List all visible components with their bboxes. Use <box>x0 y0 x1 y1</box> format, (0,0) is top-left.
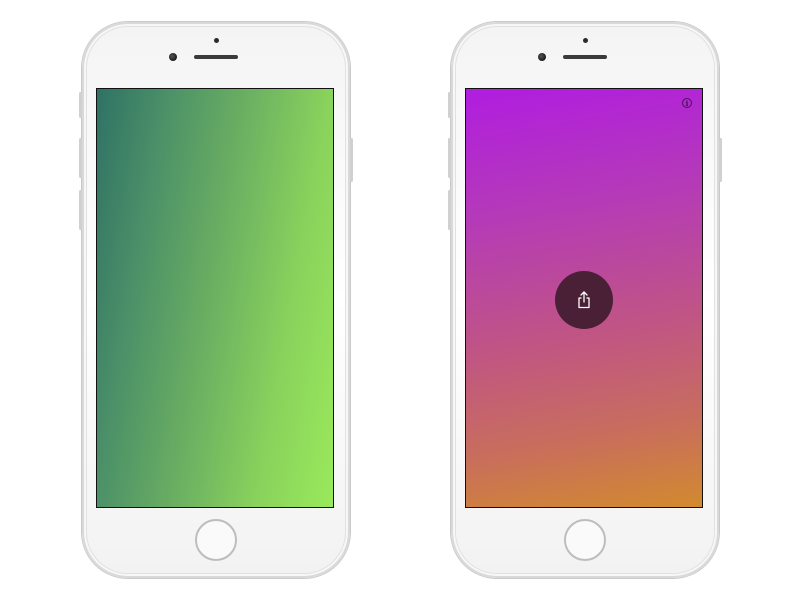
volume-up-button <box>448 138 451 178</box>
front-camera-icon <box>538 53 546 61</box>
mute-switch <box>448 92 451 118</box>
mute-switch <box>79 92 82 118</box>
share-icon <box>578 291 590 309</box>
volume-up-button <box>79 138 82 178</box>
power-button <box>350 138 353 182</box>
screen-gradient-green <box>96 88 334 508</box>
proximity-sensor <box>214 38 219 43</box>
home-button[interactable] <box>564 519 606 561</box>
phone-left <box>79 22 353 578</box>
phone-right: i <box>448 22 722 578</box>
earpiece-speaker <box>563 55 607 59</box>
volume-down-button <box>79 190 82 230</box>
screen-gradient-purple-orange: i <box>465 88 703 508</box>
mockup-stage: i <box>0 0 800 600</box>
power-button <box>719 138 722 182</box>
volume-down-button <box>448 190 451 230</box>
home-button[interactable] <box>195 519 237 561</box>
earpiece-speaker <box>194 55 238 59</box>
info-icon[interactable]: i <box>682 98 692 108</box>
front-camera-icon <box>169 53 177 61</box>
proximity-sensor <box>583 38 588 43</box>
share-button[interactable] <box>555 271 613 329</box>
